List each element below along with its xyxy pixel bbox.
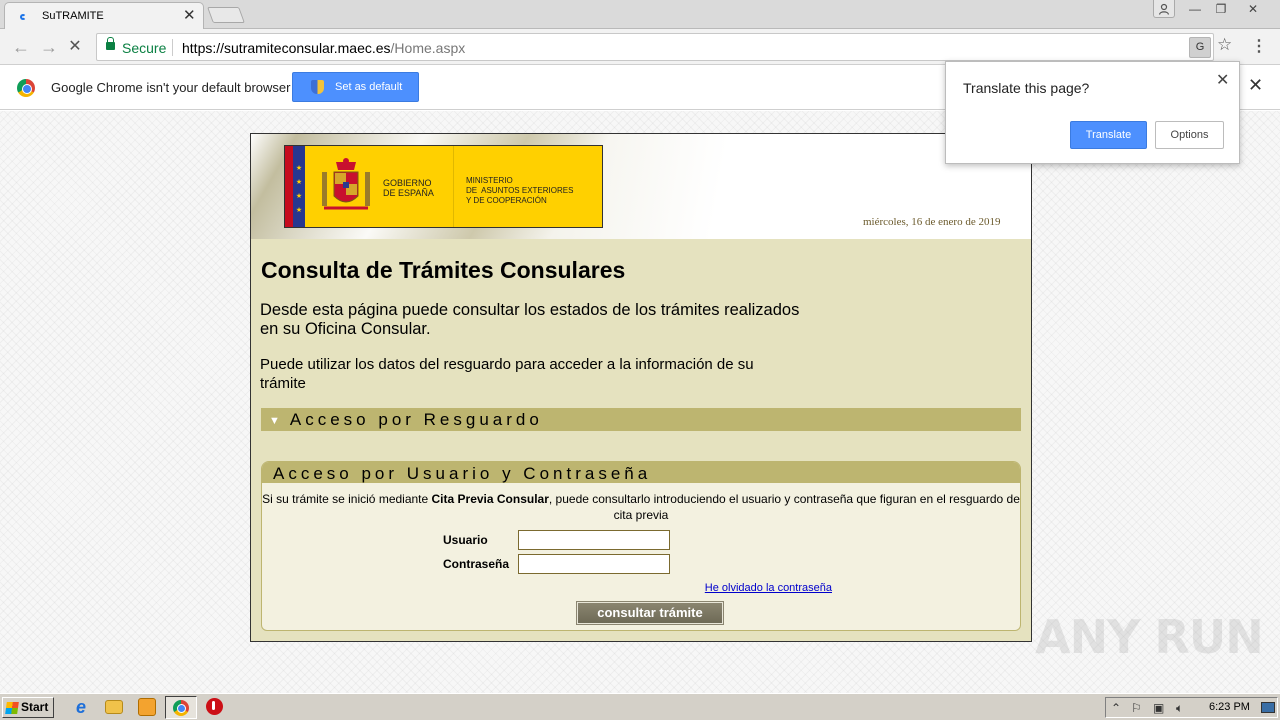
usuario-label: Usuario bbox=[443, 533, 488, 547]
contrasena-label: Contraseña bbox=[443, 557, 510, 571]
maximize-button[interactable]: ❐ bbox=[1209, 0, 1233, 18]
clock[interactable]: 6:23 PM bbox=[1209, 701, 1250, 713]
chrome-menu-icon[interactable]: ⋮ bbox=[1251, 36, 1267, 56]
coat-of-arms-icon bbox=[322, 158, 370, 210]
media-player-icon[interactable] bbox=[138, 698, 156, 716]
network-icon[interactable]: ▣ bbox=[1153, 701, 1164, 715]
chrome-taskbar-button[interactable] bbox=[165, 696, 197, 719]
translate-question: Translate this page? bbox=[963, 80, 1090, 96]
tray-expand-icon[interactable]: ⌃ bbox=[1111, 701, 1121, 715]
uac-shield-icon bbox=[311, 80, 324, 94]
windows-taskbar: Start e ⌃ ⚐ ▣ 🔈︎ 6:23 PM bbox=[0, 693, 1280, 720]
gobierno-name: GOBIERNO DE ESPAÑA bbox=[383, 178, 434, 198]
url-path: /Home.aspx bbox=[390, 40, 466, 56]
set-as-default-label: Set as default bbox=[335, 81, 403, 93]
back-arrow-icon[interactable]: ← bbox=[10, 36, 32, 58]
login-heading: Acceso por Usuario y Contraseña bbox=[262, 462, 1020, 483]
gov-line-1: GOBIERNO bbox=[383, 178, 432, 188]
lock-icon bbox=[106, 37, 115, 50]
start-label: Start bbox=[21, 700, 49, 714]
login-desc-post: , puede consultarlo introduciendo el usu… bbox=[548, 492, 1020, 522]
usuario-input[interactable] bbox=[518, 530, 670, 550]
tab-close-icon[interactable]: ✕ bbox=[183, 7, 196, 25]
secure-label: Secure bbox=[122, 40, 167, 56]
header-banner: ★ ★ ★ ★ GOBIERNO DE ESPAÑA MINISTERIO DE ASUN… bbox=[251, 134, 1031, 239]
url-host: https://sutramiteconsular.maec.es bbox=[182, 40, 391, 56]
address-bar[interactable]: Secure https://sutramiteconsular.maec.es… bbox=[96, 33, 1214, 61]
set-as-default-button[interactable]: Set as default bbox=[292, 72, 419, 102]
forward-arrow-icon[interactable]: → bbox=[38, 36, 60, 58]
new-tab-button[interactable] bbox=[207, 7, 245, 23]
login-desc-bold: Cita Previa Consular bbox=[431, 492, 549, 506]
system-tray: ⌃ ⚐ ▣ 🔈︎ 6:23 PM bbox=[1105, 697, 1278, 718]
opera-icon[interactable] bbox=[206, 698, 223, 715]
translate-close-icon[interactable]: ✕ bbox=[1216, 70, 1229, 90]
action-center-flag-icon[interactable]: ⚐ bbox=[1131, 701, 1142, 715]
page-title: Consulta de Trámites Consulares bbox=[261, 257, 626, 283]
url-text[interactable]: https://sutramiteconsular.maec.es/Home.a… bbox=[182, 40, 465, 56]
bookmark-star-icon[interactable]: ☆ bbox=[1217, 35, 1232, 55]
internet-explorer-icon[interactable]: e bbox=[72, 698, 90, 716]
acceso-resguardo-label: Acceso por Resguardo bbox=[289, 410, 543, 429]
acceso-resguardo-toggle[interactable]: ▼ Acceso por Resguardo bbox=[261, 408, 1021, 431]
volume-icon[interactable]: 🔈︎ bbox=[1176, 701, 1183, 716]
profile-icon[interactable] bbox=[1153, 0, 1175, 18]
minimize-button[interactable]: — bbox=[1183, 0, 1207, 18]
windows-logo-icon bbox=[5, 702, 19, 714]
ministry-line-1: MINISTERIO bbox=[466, 176, 513, 185]
logo-divider bbox=[453, 146, 454, 227]
triangle-down-icon: ▼ bbox=[269, 415, 280, 427]
chrome-logo-icon bbox=[17, 79, 35, 97]
forgot-password-link[interactable]: He olvidado la contraseña bbox=[262, 582, 832, 594]
login-section: Acceso por Usuario y Contraseña Si su tr… bbox=[261, 461, 1021, 631]
folder-icon[interactable] bbox=[105, 700, 123, 714]
loading-spinner-icon bbox=[20, 14, 26, 20]
current-date: miércoles, 16 de enero de 2019 bbox=[863, 216, 1001, 228]
consultar-tramite-button[interactable]: consultar trámite bbox=[576, 601, 724, 625]
ministry-name: MINISTERIO DE ASUNTOS EXTERIORES Y DE COOP… bbox=[466, 176, 573, 206]
login-description: Si su trámite se inició mediante Cita Pr… bbox=[262, 491, 1020, 523]
infobar-close-icon[interactable]: ✕ bbox=[1248, 75, 1263, 96]
infobar-message: Google Chrome isn't your default browser bbox=[51, 80, 291, 95]
flag-stripe-red bbox=[285, 146, 293, 227]
translate-popup: Translate this page? ✕ Translate Options bbox=[945, 61, 1240, 164]
tab-sutramite[interactable]: SuTRAMITE ✕ bbox=[4, 2, 204, 30]
tab-title: SuTRAMITE bbox=[42, 10, 104, 22]
ministry-line-2: DE ASUNTOS EXTERIORES bbox=[466, 186, 574, 195]
translate-button[interactable]: Translate bbox=[1070, 121, 1147, 149]
anyrun-watermark: ANY RUN bbox=[1035, 610, 1264, 664]
window-close-button[interactable]: ✕ bbox=[1236, 0, 1270, 18]
chrome-icon bbox=[173, 700, 189, 716]
gobierno-logo: ★ ★ ★ ★ GOBIERNO DE ESPAÑA MINISTERIO DE ASUN… bbox=[284, 145, 603, 228]
translate-options-button[interactable]: Options bbox=[1155, 121, 1224, 149]
browser-toolbar: ← → ✕ Secure https://sutramiteconsular.m… bbox=[0, 29, 1280, 65]
show-desktop-icon[interactable] bbox=[1261, 702, 1275, 713]
omnibox-divider bbox=[172, 39, 173, 56]
intro-text: Desde esta página puede consultar los es… bbox=[260, 301, 800, 338]
translate-icon[interactable]: G bbox=[1189, 37, 1211, 58]
sub-intro-text: Puede utilizar los datos del resguardo p… bbox=[260, 356, 754, 392]
main-panel: ★ ★ ★ ★ GOBIERNO DE ESPAÑA MINISTERIO DE ASUN… bbox=[250, 133, 1032, 642]
tab-strip: SuTRAMITE ✕ — ❐ ✕ bbox=[0, 0, 1280, 30]
contrasena-input[interactable] bbox=[518, 554, 670, 574]
stop-loading-icon[interactable]: ✕ bbox=[64, 36, 86, 58]
page-viewport: ★ ★ ★ ★ GOBIERNO DE ESPAÑA MINISTERIO DE ASUN… bbox=[0, 111, 1280, 693]
ministry-line-3: Y DE COOPERACIÓN bbox=[466, 196, 547, 205]
eu-stars-icon: ★ ★ ★ ★ bbox=[295, 165, 303, 214]
gov-line-2: DE ESPAÑA bbox=[383, 188, 434, 198]
login-desc-pre: Si su trámite se inició mediante bbox=[262, 492, 432, 506]
start-button[interactable]: Start bbox=[2, 697, 54, 718]
